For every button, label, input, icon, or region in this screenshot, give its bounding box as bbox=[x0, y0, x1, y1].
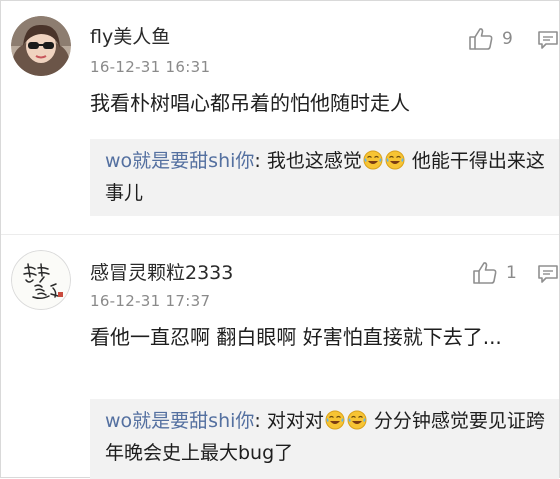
reply-text: 我也这感觉 bbox=[266, 150, 362, 172]
thumbs-up-icon bbox=[469, 28, 493, 50]
comment-text: 我看朴树唱心都吊着的怕他随时走人 bbox=[90, 91, 410, 115]
reply-separator: : bbox=[254, 150, 267, 172]
avatar[interactable] bbox=[11, 16, 71, 76]
reply-text: 对对对 bbox=[266, 410, 324, 432]
username[interactable]: fly美人鱼 bbox=[90, 25, 170, 49]
laugh-cry-emoji-icon bbox=[363, 148, 383, 170]
comment-text: 看他一直忍啊 翻白眼啊 好害怕直接就下去了... bbox=[90, 325, 502, 349]
avatar-photo bbox=[11, 16, 71, 76]
avatar[interactable] bbox=[11, 250, 71, 310]
avatar-calligraphy bbox=[11, 250, 71, 310]
laugh-cry-emoji-icon bbox=[325, 408, 345, 430]
thumbs-up-icon bbox=[473, 262, 497, 284]
reply-separator: : bbox=[254, 410, 267, 432]
timestamp: 16-12-31 16:31 bbox=[90, 58, 211, 76]
reply-preview[interactable]: wo就是要甜shi你: 对对对 分分钟感觉要见证跨年晚会史上最大bug了 bbox=[90, 399, 559, 479]
timestamp: 16-12-31 17:37 bbox=[90, 292, 211, 310]
like-button[interactable]: 1 bbox=[472, 261, 517, 285]
reply-preview[interactable]: wo就是要甜shi你: 我也这感觉 他能干得出来这事儿 bbox=[90, 139, 559, 216]
laugh-cry-emoji-icon bbox=[347, 408, 367, 430]
comment-item: fly美人鱼 16-12-31 16:31 9 我看朴树唱心都吊着的怕他随时走人… bbox=[1, 1, 559, 234]
like-count: 1 bbox=[506, 263, 517, 283]
reply-username[interactable]: wo就是要甜shi你 bbox=[105, 150, 254, 172]
comment-icon bbox=[538, 31, 558, 49]
reply-button[interactable] bbox=[537, 264, 559, 288]
laugh-cry-emoji-icon bbox=[385, 148, 405, 170]
comment-item: 感冒灵颗粒2333 16-12-31 17:37 1 看他一直忍啊 翻白眼啊 好… bbox=[1, 235, 559, 479]
like-count: 9 bbox=[502, 29, 513, 49]
username[interactable]: 感冒灵颗粒2333 bbox=[90, 261, 233, 285]
comment-icon bbox=[538, 265, 558, 283]
like-button[interactable]: 9 bbox=[468, 27, 513, 51]
reply-button[interactable] bbox=[537, 30, 559, 54]
reply-username[interactable]: wo就是要甜shi你 bbox=[105, 410, 254, 432]
